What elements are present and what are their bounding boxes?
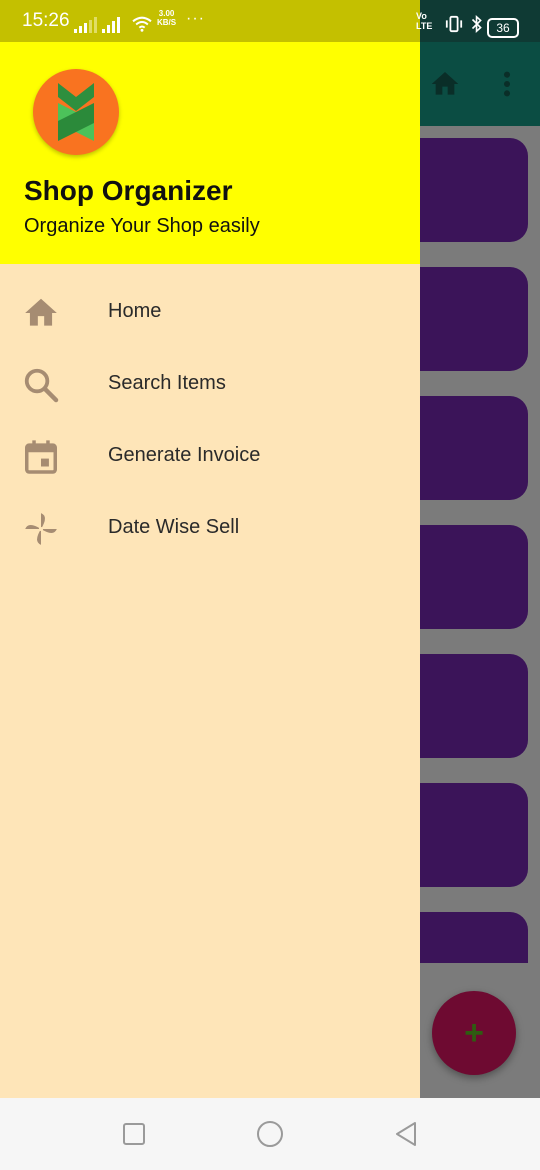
system-nav-bar [0, 1098, 540, 1170]
recents-icon[interactable] [118, 1118, 150, 1150]
menu-item-date-wise-sell[interactable]: Date Wise Sell [0, 492, 420, 564]
drawer-title: Shop Organizer [24, 175, 233, 206]
search-icon [24, 368, 59, 403]
status-time: 15:26 [22, 10, 70, 31]
app-logo [33, 69, 119, 155]
signal-icon [74, 17, 97, 33]
drawer-subtitle: Organize Your Shop easily [24, 215, 260, 237]
logo-icon [58, 83, 94, 141]
toolbar-more-icon[interactable] [500, 70, 514, 98]
add-fab-button[interactable]: + [432, 991, 516, 1075]
network-speed: 3.00 KB/S [157, 9, 176, 27]
plus-icon: + [464, 1014, 484, 1052]
network-speed-unit: KB/S [157, 18, 177, 27]
vibrate-icon [445, 15, 463, 33]
menu-item-home[interactable]: Home [0, 276, 420, 348]
menu-item-label: Search Items [108, 372, 226, 394]
drawer-header: Shop Organizer Organize Your Shop easily [0, 42, 420, 264]
menu-item-generate-invoice[interactable]: Generate Invoice [0, 420, 420, 492]
volte-line: LTE [416, 21, 433, 31]
back-icon[interactable] [390, 1118, 422, 1150]
signal-icon [102, 17, 120, 33]
home-icon [25, 298, 57, 326]
wifi-icon [132, 16, 152, 32]
toolbar-home-icon[interactable] [428, 68, 462, 100]
pinwheel-icon [25, 513, 57, 545]
menu-item-label: Generate Invoice [108, 444, 261, 466]
menu-item-label: Date Wise Sell [108, 516, 240, 538]
menu-item-label: Home [108, 300, 162, 322]
menu-item-search-items[interactable]: Search Items [0, 348, 420, 420]
volte-line: Vo [416, 11, 427, 21]
more-notifications-icon: ··· [186, 10, 205, 27]
calendar-icon [25, 440, 57, 474]
battery-icon: 36 [487, 18, 519, 38]
navigation-drawer: Shop Organizer Organize Your Shop easily… [0, 42, 420, 1098]
volte-indicator: Vo LTE [416, 11, 432, 31]
home-nav-icon[interactable] [254, 1118, 286, 1150]
bluetooth-icon [471, 15, 482, 33]
network-speed-value: 3.00 [158, 9, 175, 18]
screen: + 15:26 3.00 KB/S ··· Vo LTE 36 Shop Org… [0, 0, 540, 1170]
